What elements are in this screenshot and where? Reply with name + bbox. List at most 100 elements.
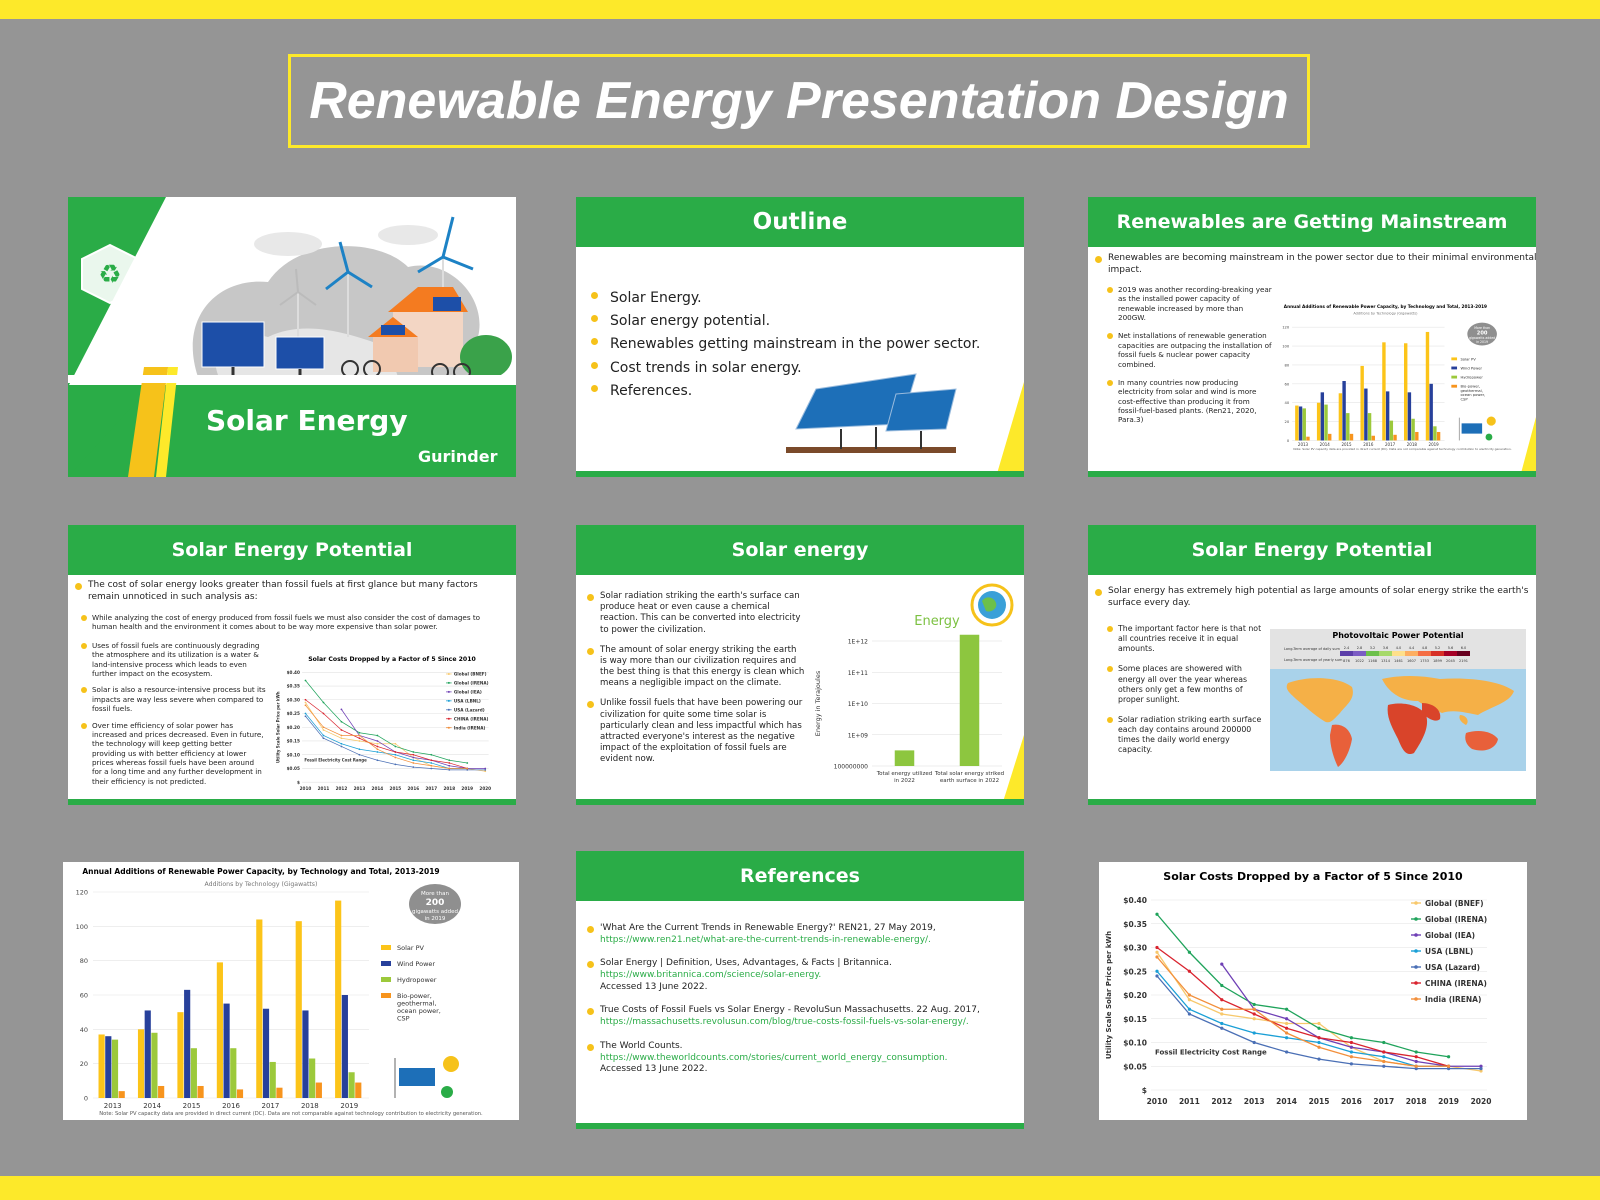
slide-renewables-mainstream[interactable]: Renewables are Getting Mainstream Renewa…	[1088, 197, 1536, 477]
data-point	[1447, 1064, 1451, 1068]
reference-link[interactable]: https://www.ren21.net/what-are-the-curre…	[600, 935, 1004, 947]
data-point	[1187, 993, 1191, 997]
data-point	[448, 759, 451, 762]
data-point	[1155, 974, 1159, 978]
y-axis-label: Energy in Terajoules	[814, 670, 822, 736]
legend-swatch-marker	[447, 717, 450, 720]
slide-footer	[576, 799, 1024, 805]
slide-bar-chart[interactable]: Annual Additions of Renewable Power Capa…	[63, 862, 519, 1120]
slide-solar-energy-potential-map[interactable]: Solar Energy Potential Solar energy has …	[1088, 525, 1536, 805]
x-tick-label: 2016	[1341, 1097, 1362, 1106]
data-point	[1187, 1007, 1191, 1011]
map-legend: Long-Term average of daily sum Long-Term …	[1284, 646, 1470, 663]
legend-label: Solar PV	[397, 944, 425, 952]
page-title: Renewable Energy Presentation Design	[288, 54, 1310, 148]
data-point	[322, 712, 325, 715]
bar	[1306, 436, 1310, 441]
x-tick-label: Total energy utilized	[876, 771, 933, 777]
reference-link[interactable]: https://www.britannica.com/science/solar…	[600, 970, 1004, 982]
bullet-item: Unlike fossil fuels that have been power…	[584, 698, 806, 765]
bar	[1367, 413, 1372, 441]
bar	[230, 1048, 237, 1098]
y-tick-label: 0	[1287, 439, 1290, 443]
data-point	[358, 748, 361, 751]
x-tick-label: 2015	[390, 786, 402, 791]
data-point	[340, 729, 343, 731]
reference-note: Accessed 13 June 2022.	[600, 981, 708, 992]
legend-swatch	[1431, 651, 1444, 656]
legend-value: 1168	[1368, 659, 1377, 663]
legend-swatch-marker	[1414, 997, 1418, 1001]
data-point	[430, 753, 433, 756]
legend-label: Global (BNEF)	[1425, 899, 1484, 908]
x-tick-label: 2014	[1276, 1097, 1297, 1106]
bar	[256, 919, 263, 1098]
slide-solar-energy-cover[interactable]: ♻ Solar Energy Gurinder	[68, 197, 516, 477]
data-point	[1155, 912, 1159, 916]
slide-references[interactable]: References 'What Are the Current Trends …	[576, 851, 1024, 1129]
data-point	[466, 762, 469, 764]
y-tick-label: 0	[84, 1095, 88, 1103]
y-tick-label: $0.05	[287, 766, 300, 771]
bar	[1407, 392, 1412, 441]
y-tick-label: 20	[80, 1060, 88, 1068]
slide-line-chart[interactable]: Solar Costs Dropped by a Factor of 5 Sin…	[1099, 862, 1527, 1120]
x-tick-label: 2014	[143, 1102, 161, 1110]
reference-text: True Costs of Fossil Fuels vs Solar Ener…	[600, 1005, 980, 1016]
reference-link[interactable]: https://massachusetts.revolusun.com/blog…	[600, 1017, 1004, 1029]
legend-value: 1753	[1420, 659, 1429, 663]
bar	[1320, 392, 1325, 441]
data-point	[358, 740, 361, 742]
bullet-item: The important factor here is that not al…	[1104, 624, 1262, 654]
y-tick-label: $0.10	[287, 752, 300, 757]
x-tick-label: 2014	[372, 786, 384, 791]
data-point	[484, 768, 487, 771]
corner-accent	[1002, 735, 1024, 805]
legend-swatch	[1451, 357, 1458, 361]
x-tick-label: 2019	[340, 1102, 358, 1110]
sun-icon	[1486, 416, 1496, 426]
bar	[1393, 434, 1397, 441]
callout-text: gigawatts added	[412, 909, 458, 915]
slide-footer	[1088, 471, 1536, 477]
legend-label: India (IRENA)	[1425, 995, 1481, 1004]
x-tick-label: 2015	[1309, 1097, 1330, 1106]
reference-link[interactable]: https://www.theworldcounts.com/stories/c…	[600, 1053, 1004, 1065]
data-point	[1382, 1040, 1386, 1045]
data-point	[430, 759, 433, 762]
x-tick-label: 2017	[1373, 1097, 1394, 1106]
legend-swatch-marker	[447, 699, 450, 702]
legend-swatch-marker	[1414, 901, 1418, 905]
legend-label: Global (IEA)	[1425, 931, 1475, 940]
data-point	[1285, 1007, 1289, 1011]
outline-item: Solar energy potential.	[588, 312, 988, 330]
slide-title: Solar Energy Potential	[68, 525, 516, 575]
y-tick-label: $0.40	[287, 670, 300, 675]
slide-solar-energy-potential-costs[interactable]: Solar Energy Potential The cost of solar…	[68, 525, 516, 805]
corner-accent	[996, 382, 1024, 477]
chart-note: Note: Solar PV capacity data are provide…	[1293, 447, 1511, 451]
data-point	[358, 737, 361, 740]
legend-label: CHINA (IRENA)	[1425, 979, 1487, 988]
bar	[315, 1082, 322, 1098]
reference-text: 'What Are the Current Trends in Renewabl…	[600, 923, 936, 933]
y-tick-label: $0.20	[1123, 991, 1147, 1000]
legend-label: Global (IEA)	[454, 690, 482, 695]
bullet-item: Solar is also a resource-intensive proce…	[78, 685, 266, 713]
x-tick-label: 2012	[336, 786, 348, 791]
slide-outline[interactable]: Outline Solar Energy. Solar energy poten…	[576, 197, 1024, 477]
data-point	[376, 759, 379, 762]
reference-text: The World Counts.	[600, 1040, 683, 1051]
data-point	[430, 767, 433, 770]
data-point	[1382, 1050, 1386, 1054]
data-point	[1220, 1007, 1224, 1011]
reference-text: Solar Energy | Definition, Uses, Advanta…	[600, 958, 892, 969]
y-tick-label: 1E+12	[848, 639, 868, 646]
slide-solar-energy[interactable]: Solar energy Solar radiation striking th…	[576, 525, 1024, 805]
data-point	[412, 762, 415, 764]
x-tick-label: 2020	[479, 786, 491, 791]
legend-value: 2191	[1459, 659, 1468, 663]
data-point	[1252, 1007, 1256, 1011]
bar	[1328, 433, 1332, 441]
x-tick-label: 2017	[425, 786, 437, 791]
